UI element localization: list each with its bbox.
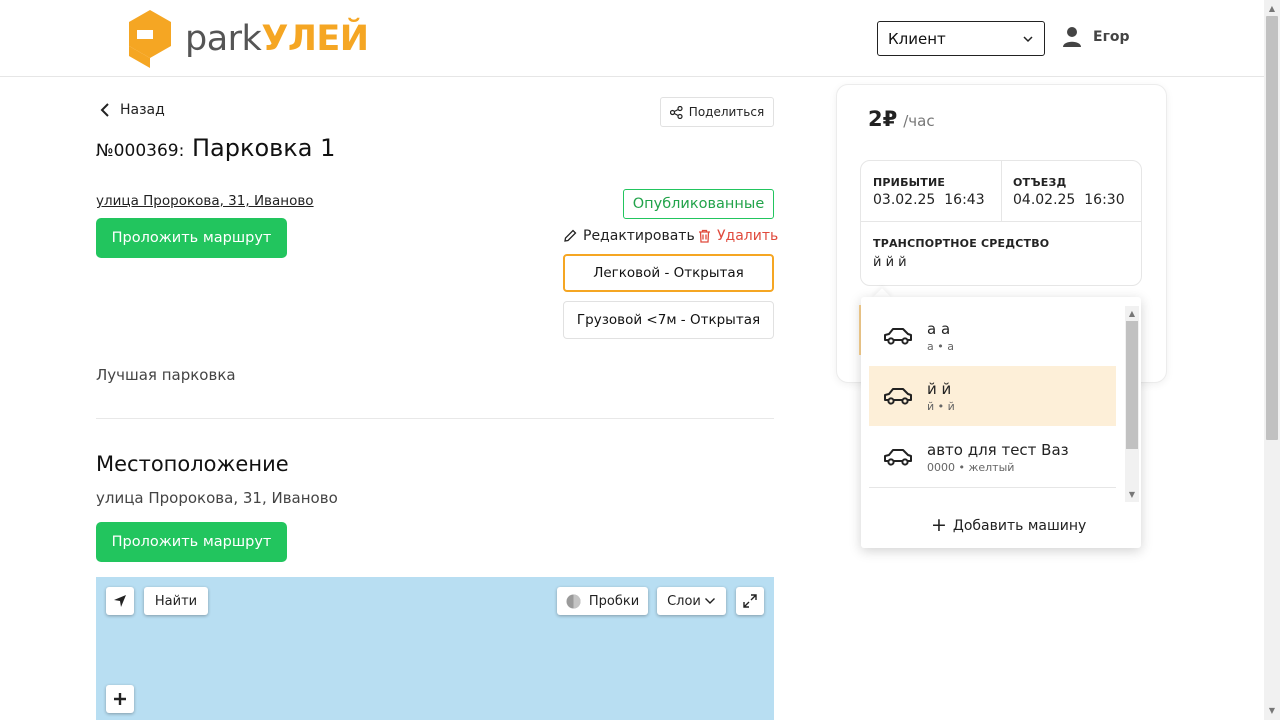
delete-label: Удалить <box>717 228 779 244</box>
booking-details: ПРИБЫТИЕ 03.02.25 16:43 ОТЪЕЗД 04.02.25 … <box>860 160 1142 286</box>
back-label: Назад <box>120 102 165 118</box>
role-select-value: Клиент <box>888 29 946 48</box>
share-label: Поделиться <box>688 105 765 119</box>
map-fullscreen-button[interactable] <box>736 587 764 615</box>
geolocation-button[interactable] <box>106 587 134 615</box>
car-icon <box>884 449 912 466</box>
map-find-button[interactable]: Найти <box>144 587 208 615</box>
user-icon <box>1063 27 1081 47</box>
traffic-light-icon <box>566 594 581 608</box>
scroll-up-arrow-icon[interactable]: ▲ <box>1266 2 1278 16</box>
listing-description: Лучшая парковка <box>96 366 236 384</box>
page-scrollbar-thumb[interactable] <box>1266 16 1278 440</box>
location-title: Местоположение <box>96 452 289 476</box>
user-menu[interactable]: Егор <box>1063 26 1130 48</box>
vehicle-details: й • й <box>927 399 955 413</box>
vehicle-option[interactable]: авто для тест Ваз 0000 • желтый <box>869 427 1116 487</box>
logo-hexagon-icon <box>129 10 171 68</box>
logo[interactable]: parkУЛЕЙ <box>125 8 369 70</box>
add-vehicle-label: Добавить машину <box>952 517 1087 534</box>
status-badge: Опубликованные <box>623 189 774 219</box>
divider <box>96 418 774 419</box>
role-select[interactable]: Клиент <box>877 21 1045 56</box>
header: parkУЛЕЙ Клиент Егор <box>0 0 1264 77</box>
arrival-value[interactable]: 03.02.25 16:43 <box>873 192 985 208</box>
dropdown-scroll-up-icon[interactable]: ▲ <box>1125 307 1139 321</box>
departure-time: 16:30 <box>1084 192 1125 208</box>
dropdown-scroll-down-icon[interactable]: ▼ <box>1125 488 1139 502</box>
vehicle-value[interactable]: й й й <box>873 255 907 270</box>
departure-value[interactable]: 04.02.25 16:30 <box>1013 192 1125 208</box>
map-traffic-button[interactable]: Пробки <box>557 587 648 615</box>
location-address: улица Пророкова, 31, Иваново <box>96 489 338 507</box>
departure-date: 04.02.25 <box>1013 192 1076 208</box>
price: 2₽ /час <box>868 107 935 131</box>
listing-number: №000369: <box>96 141 185 161</box>
trash-icon <box>699 229 710 243</box>
plus-icon: + <box>931 514 947 536</box>
listing-name: Парковка 1 <box>191 134 336 162</box>
share-icon <box>669 105 683 119</box>
chevron-left-icon <box>100 103 109 117</box>
map-traffic-label: Пробки <box>588 593 640 609</box>
car-icon <box>884 328 912 345</box>
vehicle-name: а а <box>927 319 951 338</box>
page-title: №000369: Парковка 1 <box>96 134 335 162</box>
chevron-down-icon <box>704 598 715 604</box>
route-button[interactable]: Проложить маршрут <box>96 218 287 258</box>
navigation-arrow-icon <box>114 595 126 607</box>
add-vehicle-button[interactable]: + Добавить машину <box>931 516 1086 535</box>
price-amount: 2₽ <box>868 107 898 131</box>
price-unit: /час <box>903 112 935 130</box>
location-route-button[interactable]: Проложить маршрут <box>96 522 287 562</box>
booking-divider-horizontal <box>861 221 1141 222</box>
edit-button[interactable]: Редактировать <box>563 228 695 244</box>
departure-label: ОТЪЕЗД <box>1013 176 1067 189</box>
expand-icon <box>743 594 757 608</box>
vehicle-details: а • а <box>927 339 954 353</box>
vehicle-option-selected[interactable]: й йй • й <box>869 366 1116 426</box>
pencil-icon <box>564 229 577 242</box>
arrival-time: 16:43 <box>944 192 985 208</box>
share-button[interactable]: Поделиться <box>660 97 774 127</box>
vehicle-details: 0000 • желтый <box>927 460 1015 474</box>
arrival-date: 03.02.25 <box>873 192 936 208</box>
spot-option[interactable]: Грузовой <7м - Открытая <box>563 301 774 339</box>
dropdown-scrollbar-thumb[interactable] <box>1126 321 1138 449</box>
chevron-down-icon <box>1023 35 1033 42</box>
back-link[interactable]: Назад <box>100 102 165 118</box>
address-link[interactable]: улица Пророкова, 31, Иваново <box>96 193 314 209</box>
vehicle-label: ТРАНСПОРТНОЕ СРЕДСТВО <box>873 237 1050 250</box>
plus-icon <box>114 693 126 705</box>
vehicle-name: й й <box>927 379 952 398</box>
vehicle-option[interactable]: а аа • а <box>869 306 1116 366</box>
edit-label: Редактировать <box>583 228 695 244</box>
logo-park-text: park <box>185 18 262 59</box>
map-zoom-in-button[interactable] <box>106 685 134 713</box>
arrival-label: ПРИБЫТИЕ <box>873 176 946 189</box>
delete-button[interactable]: Удалить <box>698 228 778 244</box>
user-name: Егор <box>1093 29 1130 45</box>
dropdown-divider <box>869 487 1116 488</box>
booking-divider-vertical <box>1001 161 1002 221</box>
scroll-down-arrow-icon[interactable]: ▼ <box>1266 704 1278 718</box>
map[interactable]: Найти Пробки Слои <box>96 577 774 720</box>
map-layers-label: Слои <box>667 593 701 609</box>
map-layers-button[interactable]: Слои <box>657 587 726 615</box>
vehicle-name: авто для тест Ваз <box>927 440 1069 459</box>
spot-option-selected[interactable]: Легковой - Открытая <box>563 254 774 292</box>
car-icon <box>884 388 912 405</box>
logo-text: parkУЛЕЙ <box>185 18 369 59</box>
logo-brand-text: УЛЕЙ <box>261 18 369 59</box>
